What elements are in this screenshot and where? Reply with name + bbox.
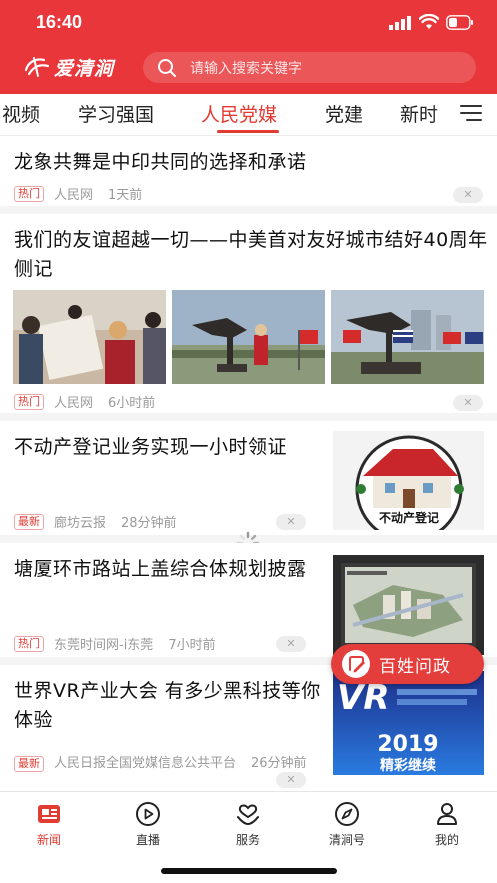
article-time: 6小时前 (108, 396, 156, 411)
article-thumbnail (333, 555, 484, 655)
article-meta: 最新 廊坊云报 28分钟前 (14, 512, 177, 531)
channel-menu-icon[interactable] (460, 104, 482, 122)
tab-xuexi-qiangguo[interactable]: 学习强国 (78, 100, 154, 127)
article-source: 人民日报全国党媒信息公共平台 (54, 756, 237, 771)
article-time: 26分钟前 (251, 756, 307, 771)
tabs-fade (432, 94, 458, 134)
nav-service[interactable]: 服务 (213, 800, 283, 848)
article-thumbnail: 不动产登记 (333, 431, 484, 530)
status-time: 16:40 (36, 12, 83, 32)
article-title: 世界VR产业大会 有多少黑科技等你体验 (14, 680, 321, 731)
svg-text:VR: VR (337, 678, 390, 718)
thumbnail-subtitle: 精彩继续 (380, 757, 436, 774)
logo-mark-icon (24, 57, 50, 77)
article-image (172, 290, 325, 384)
wifi-icon (419, 14, 439, 29)
article-time: 1天前 (108, 188, 143, 203)
tab-video[interactable]: 视频 (2, 100, 40, 127)
dismiss-button[interactable]: ✕ (276, 636, 306, 652)
dismiss-button[interactable]: ✕ (453, 395, 483, 411)
nav-label: 清涧号 (328, 833, 365, 847)
nav-label: 服务 (235, 833, 260, 847)
thumbnail-text: 不动产登记 (379, 510, 439, 525)
cellular-signal-icon (389, 16, 411, 30)
nav-news[interactable]: 新闻 (14, 800, 84, 848)
nav-label: 我的 (434, 833, 459, 847)
tab-renmin-dangmei[interactable]: 人民党媒 (201, 100, 277, 127)
nav-label: 新闻 (36, 833, 61, 847)
dismiss-button[interactable]: ✕ (276, 772, 306, 788)
article-badge: 热门 (14, 185, 44, 202)
app-logo[interactable]: 爱清涧 (22, 52, 114, 82)
service-icon (237, 804, 259, 826)
article-title: 我们的友谊超越一切——中美首对友好城市结好40周年侧记 (14, 229, 488, 280)
feedback-edit-icon (342, 650, 370, 678)
news-icon (38, 805, 60, 823)
article-meta: 热门 东莞时间网-i东莞 7小时前 (14, 634, 216, 653)
compass-icon (335, 802, 359, 826)
article-badge: 最新 (14, 513, 44, 530)
article-item[interactable]: 龙象共舞是中印共同的选择和承诺 热门 人民网 1天前 ✕ (0, 136, 497, 214)
article-image (13, 290, 166, 384)
float-button-label: 百姓问政 (379, 656, 451, 677)
article-item[interactable]: 不动产登记业务实现一小时领证 不动产登记 最新 廊坊云报 28分钟前 ✕ (0, 421, 497, 543)
nav-label: 直播 (135, 833, 160, 847)
tab-dangjian[interactable]: 党建 (325, 100, 363, 127)
article-badge: 热门 (14, 635, 44, 652)
battery-icon (446, 15, 473, 30)
brand-name: 爱清涧 (54, 57, 115, 80)
article-source: 人民网 (54, 188, 94, 203)
nav-qingjian-hao[interactable]: 清涧号 (312, 800, 382, 848)
app-header: 16:40 爱清涧 请输入搜索关键字 (0, 0, 497, 94)
article-title: 龙象共舞是中印共同的选择和承诺 (14, 151, 307, 173)
article-item[interactable]: 我们的友谊超越一切——中美首对友好城市结好40周年侧记 热门 人民网 6小时前 … (0, 214, 497, 421)
nav-mine[interactable]: 我的 (412, 800, 482, 848)
article-time: 7小时前 (168, 638, 216, 653)
article-source: 人民网 (54, 396, 94, 411)
user-icon (437, 803, 457, 825)
article-badge: 最新 (14, 756, 44, 772)
article-time: 28分钟前 (121, 516, 177, 531)
search-icon (158, 58, 176, 77)
article-source: 东莞时间网-i东莞 (54, 638, 154, 653)
active-tab-indicator (217, 130, 279, 133)
thumbnail-year: 2019 (377, 732, 438, 757)
article-source: 廊坊云报 (54, 516, 107, 531)
article-thumbnail: VR 2019 精彩继续 (333, 671, 484, 775)
article-meta: 热门 人民网 1天前 (14, 184, 142, 203)
article-title: 塘厦环市路站上盖综合体规划披露 (14, 558, 307, 580)
dismiss-button[interactable]: ✕ (276, 514, 306, 530)
article-title: 不动产登记业务实现一小时领证 (14, 436, 288, 458)
article-badge: 热门 (14, 393, 44, 410)
play-icon (136, 802, 160, 826)
dismiss-button[interactable]: ✕ (453, 187, 483, 203)
baixing-wenzheng-button[interactable]: 百姓问政 (331, 644, 484, 684)
article-meta: 最新 人民日报全国党媒信息公共平台 26分钟前 (14, 754, 324, 774)
article-meta: 热门 人民网 6小时前 (14, 392, 155, 411)
article-image (331, 290, 484, 384)
search-bar[interactable]: 请输入搜索关键字 (143, 52, 476, 83)
nav-live[interactable]: 直播 (113, 800, 183, 848)
search-placeholder: 请输入搜索关键字 (190, 60, 302, 77)
status-bar: 16:40 (0, 0, 497, 46)
home-indicator[interactable] (161, 868, 337, 874)
